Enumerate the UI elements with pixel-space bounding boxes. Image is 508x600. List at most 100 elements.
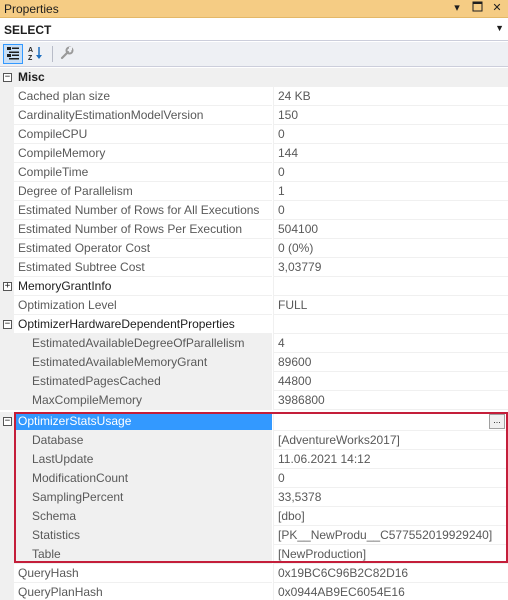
property-name: CompileTime — [14, 163, 272, 182]
property-value: 0 — [273, 163, 508, 182]
property-value: 3986800 — [273, 391, 508, 410]
svg-text:Z: Z — [28, 55, 33, 61]
property-row[interactable]: Statistics [PK__NewProdu__C5775520199292… — [0, 526, 508, 545]
svg-text:A: A — [28, 47, 33, 54]
property-row[interactable]: CardinalityEstimationModelVersion 150 — [0, 106, 508, 125]
properties-title-bar: Properties ▾ ✕ — [0, 0, 508, 18]
property-name: MaxCompileMemory — [14, 391, 272, 410]
property-name: CardinalityEstimationModelVersion — [14, 106, 272, 125]
close-icon[interactable]: ✕ — [490, 1, 504, 16]
property-row[interactable]: CompileTime 0 — [0, 163, 508, 182]
category-misc[interactable]: − Misc — [0, 68, 508, 87]
property-value: 0x19BC6C96B2C82D16 — [273, 564, 508, 583]
property-row[interactable]: Database [AdventureWorks2017] — [0, 431, 508, 450]
property-value: [dbo] — [273, 507, 508, 526]
property-name: EstimatedAvailableMemoryGrant — [14, 353, 272, 372]
panel-title: Properties — [4, 2, 59, 16]
property-name: CompileCPU — [14, 125, 272, 144]
property-name: Database — [14, 431, 272, 450]
property-row[interactable]: EstimatedAvailableMemoryGrant 89600 — [0, 353, 508, 372]
property-name: Estimated Operator Cost — [14, 239, 272, 258]
property-row[interactable]: Cached plan size 24 KB — [0, 87, 508, 106]
property-name: OptimizerStatsUsage — [14, 412, 272, 431]
collapse-icon[interactable]: − — [3, 320, 12, 329]
property-value: 504100 — [273, 220, 508, 239]
property-value: [AdventureWorks2017] — [273, 431, 508, 450]
categorized-icon — [6, 46, 20, 63]
property-value: 144 — [273, 144, 508, 163]
property-value: 44800 — [273, 372, 508, 391]
property-name: Statistics — [14, 526, 272, 545]
categorized-button[interactable] — [3, 44, 23, 64]
wrench-icon — [60, 46, 74, 63]
property-value: 24 KB — [273, 87, 508, 106]
property-value: 0x0944AB9EC6054E16 — [273, 583, 508, 600]
property-pages-button[interactable] — [57, 44, 77, 64]
property-row[interactable]: Table [NewProduction] — [0, 545, 508, 564]
property-value: 0 — [273, 201, 508, 220]
property-name: OptimizerHardwareDependentProperties — [14, 315, 272, 334]
property-row[interactable]: EstimatedPagesCached 44800 — [0, 372, 508, 391]
property-row[interactable]: QueryHash 0x19BC6C96B2C82D16 — [0, 564, 508, 583]
property-value: 33,5378 — [273, 488, 508, 507]
property-name: LastUpdate — [14, 450, 272, 469]
alphabetical-icon: A Z — [28, 45, 44, 64]
collapse-icon[interactable]: − — [3, 73, 12, 82]
property-value: 3,03779 — [273, 258, 508, 277]
property-value: 11.06.2021 14:12 — [273, 450, 508, 469]
expand-icon[interactable]: + — [3, 282, 12, 291]
property-row[interactable]: QueryPlanHash 0x0944AB9EC6054E16 — [0, 583, 508, 600]
property-value: ... — [273, 412, 508, 431]
property-value: 0 — [273, 125, 508, 144]
property-row[interactable]: SamplingPercent 33,5378 — [0, 488, 508, 507]
property-value — [273, 315, 508, 334]
property-name: Table — [14, 545, 272, 564]
property-name: Optimization Level — [14, 296, 272, 315]
property-group-optimizer-hardware[interactable]: − OptimizerHardwareDependentProperties — [0, 315, 508, 334]
property-grid: − Misc Cached plan size 24 KB Cardinalit… — [0, 68, 508, 600]
property-row[interactable]: MaxCompileMemory 3986800 — [0, 391, 508, 410]
chevron-down-icon[interactable]: ▼ — [495, 23, 504, 33]
property-group-memory-grant-info[interactable]: + MemoryGrantInfo — [0, 277, 508, 296]
property-name: EstimatedPagesCached — [14, 372, 272, 391]
property-name: QueryPlanHash — [14, 583, 272, 600]
property-row[interactable]: LastUpdate 11.06.2021 14:12 — [0, 450, 508, 469]
property-name: ModificationCount — [14, 469, 272, 488]
property-value — [273, 277, 508, 296]
property-row[interactable]: Estimated Operator Cost 0 (0%) — [0, 239, 508, 258]
pin-icon[interactable] — [470, 1, 484, 16]
toolbar-separator — [52, 46, 53, 62]
alphabetical-button[interactable]: A Z — [26, 44, 46, 64]
properties-toolbar: A Z — [0, 42, 508, 67]
property-value: [NewProduction] — [273, 545, 508, 564]
property-name: Estimated Subtree Cost — [14, 258, 272, 277]
property-row[interactable]: EstimatedAvailableDegreeOfParallelism 4 — [0, 334, 508, 353]
dropdown-arrow-icon[interactable]: ▾ — [450, 1, 464, 16]
property-name: Degree of Parallelism — [14, 182, 272, 201]
property-row[interactable]: Optimization Level FULL — [0, 296, 508, 315]
property-value: [PK__NewProdu__C577552019929240] — [273, 526, 508, 545]
selected-object-name: SELECT — [4, 23, 52, 37]
property-name: CompileMemory — [14, 144, 272, 163]
property-name: EstimatedAvailableDegreeOfParallelism — [14, 334, 272, 353]
category-label: Misc — [18, 70, 45, 84]
property-name: SamplingPercent — [14, 488, 272, 507]
property-group-optimizer-stats-usage[interactable]: − OptimizerStatsUsage ... — [0, 412, 508, 431]
property-row[interactable]: Estimated Number of Rows for All Executi… — [0, 201, 508, 220]
property-name: Cached plan size — [14, 87, 272, 106]
property-name: Estimated Number of Rows Per Execution — [14, 220, 272, 239]
property-row[interactable]: CompileMemory 144 — [0, 144, 508, 163]
property-value: FULL — [273, 296, 508, 315]
property-row[interactable]: Schema [dbo] — [0, 507, 508, 526]
property-row[interactable]: Degree of Parallelism 1 — [0, 182, 508, 201]
property-row[interactable]: CompileCPU 0 — [0, 125, 508, 144]
collapse-icon[interactable]: − — [3, 417, 12, 426]
property-row[interactable]: Estimated Number of Rows Per Execution 5… — [0, 220, 508, 239]
property-row[interactable]: Estimated Subtree Cost 3,03779 — [0, 258, 508, 277]
ellipsis-button[interactable]: ... — [489, 414, 505, 429]
property-value: 89600 — [273, 353, 508, 372]
object-selector[interactable]: SELECT ▼ — [0, 19, 508, 41]
property-value: 4 — [273, 334, 508, 353]
property-name: Schema — [14, 507, 272, 526]
property-row[interactable]: ModificationCount 0 — [0, 469, 508, 488]
